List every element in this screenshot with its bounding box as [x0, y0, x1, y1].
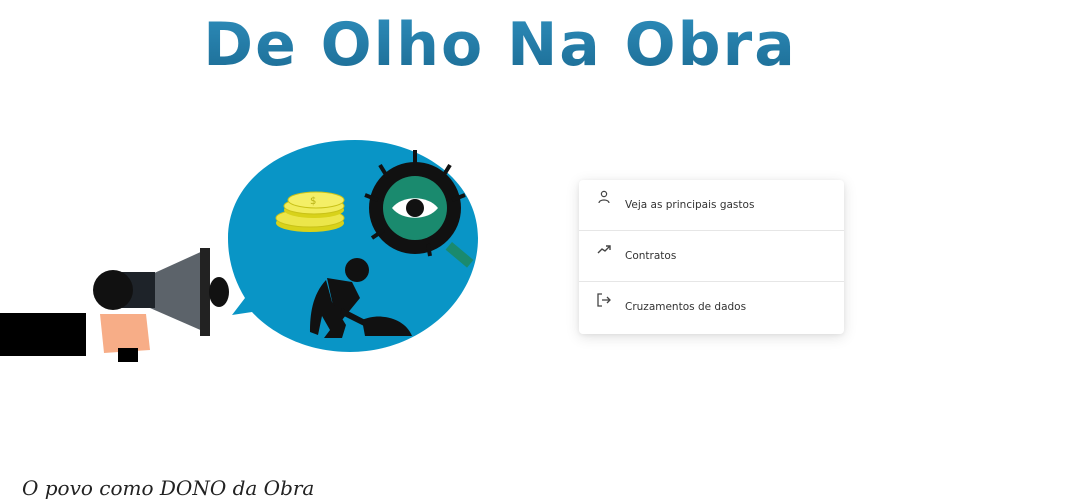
person-icon [598, 190, 610, 204]
tagline: O povo como DONO da Obra [22, 476, 315, 500]
hero-illustration: $ [0, 140, 478, 362]
menu-item-principais-gastos[interactable]: Veja as principais gastos [579, 180, 844, 231]
menu-item-label: Cruzamentos de dados [625, 301, 747, 313]
menu-item-label: Veja as principais gastos [625, 199, 755, 211]
menu-item-cruzamentos[interactable]: Cruzamentos de dados [579, 282, 844, 333]
nav-menu: Veja as principais gastos Contratos Cruz… [579, 180, 844, 334]
page-title: De Olho Na Obra [0, 10, 1000, 80]
menu-item-label: Contratos [625, 250, 677, 262]
menu-item-contratos[interactable]: Contratos [579, 231, 844, 282]
svg-text:$: $ [310, 196, 316, 207]
megaphone-icon [0, 248, 229, 362]
trending-up-icon [597, 245, 611, 254]
logout-icon [597, 293, 611, 307]
